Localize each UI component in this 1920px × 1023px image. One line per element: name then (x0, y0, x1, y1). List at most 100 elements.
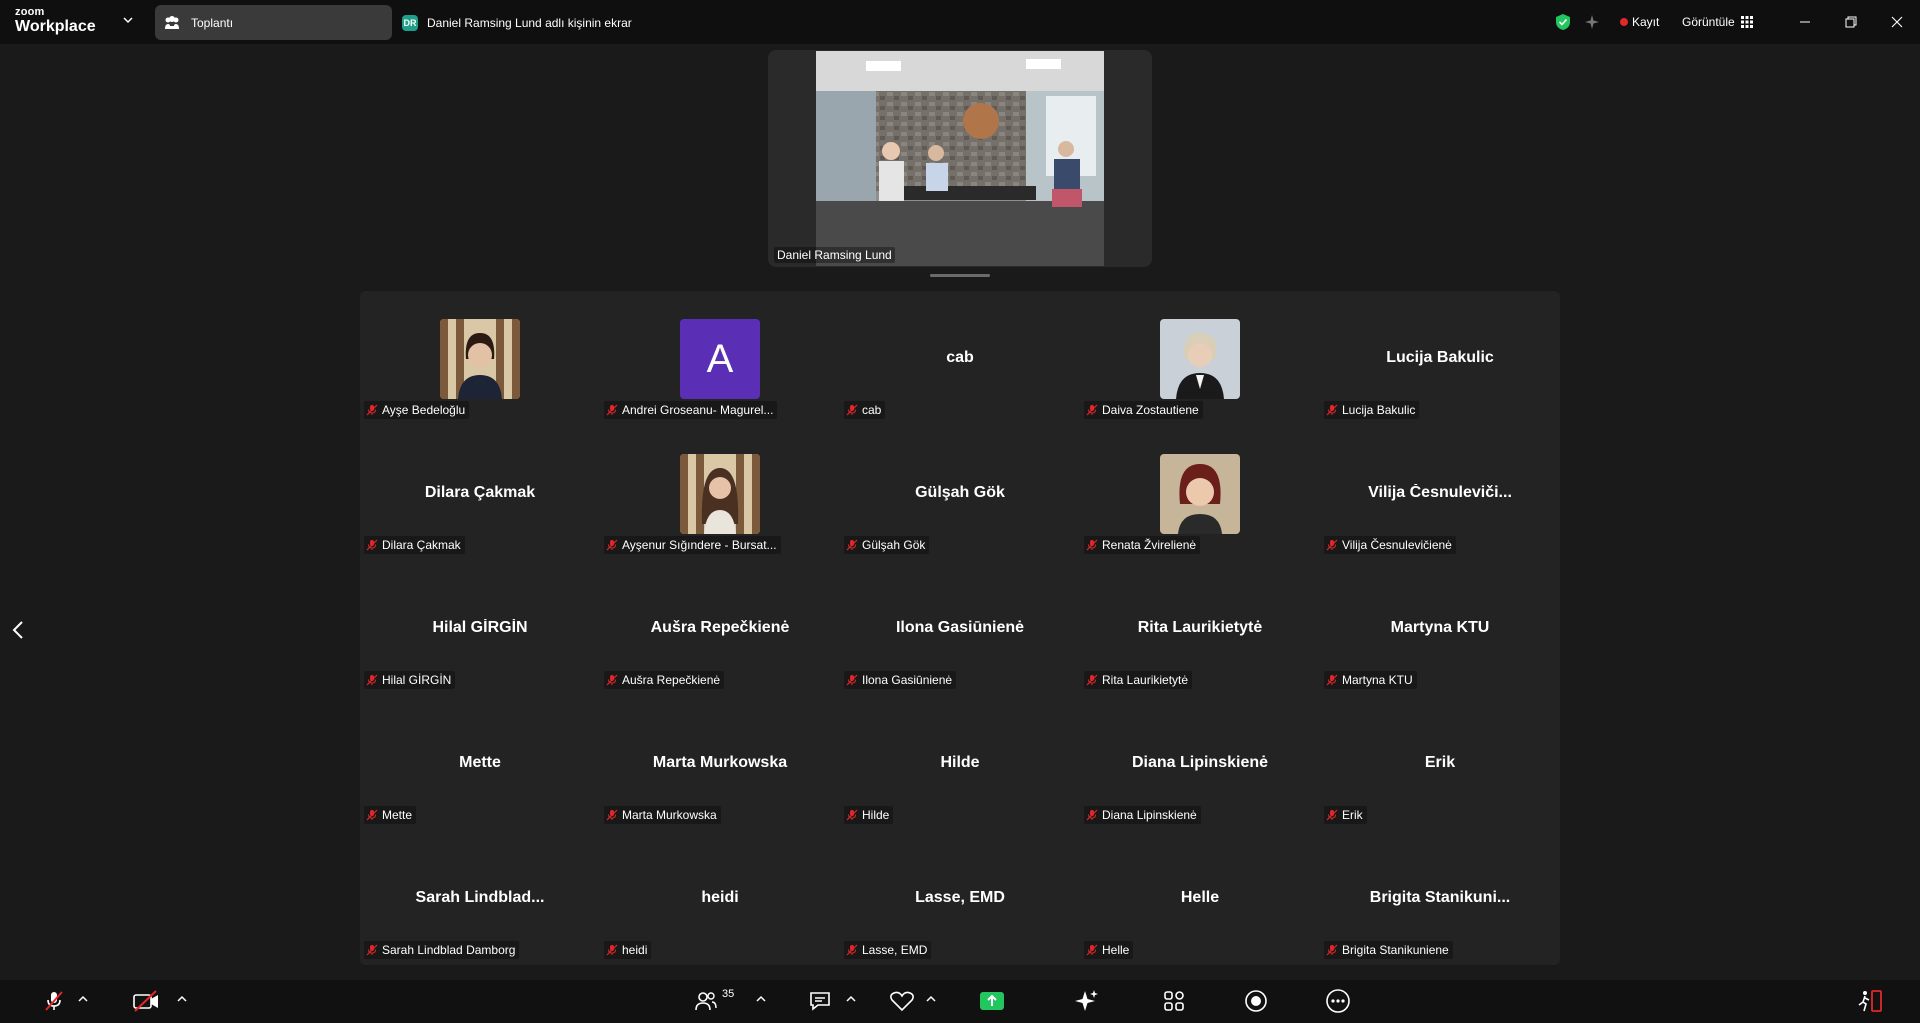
participant-tile[interactable]: Brigita Stanikuni... Brigita Stanikuniene (1320, 831, 1560, 965)
mic-muted-icon (45, 991, 63, 1011)
participant-display-name: Vilija Česnulevič​i... (1368, 484, 1512, 501)
participant-name: Brigita Stanikuniene (1342, 943, 1449, 957)
participant-display-name: Rita Laurikietytė (1137, 619, 1263, 636)
participant-name-tag: Gülşah Gök (844, 536, 930, 554)
ai-sparkle-icon[interactable] (1584, 0, 1600, 44)
participant-name: Erik (1342, 808, 1363, 822)
participant-name: Vilija Česnulevičienė (1342, 538, 1452, 552)
participant-tile[interactable]: Diana Lipinskienė Diana Lipinskienė (1080, 696, 1320, 831)
shield-icon[interactable] (1554, 0, 1572, 44)
participant-name-tag: Dilara Çakmak (364, 536, 465, 554)
apps-button[interactable] (1156, 980, 1192, 1023)
restore-icon (1845, 16, 1857, 28)
ai-sparkle-icon (1075, 990, 1098, 1011)
mic-muted-icon (1324, 537, 1340, 553)
participant-tile[interactable]: Hilde Hilde (840, 696, 1080, 831)
participant-name: Daiva Zostautiene (1102, 403, 1199, 417)
participant-tile[interactable]: Ayşe Bedeloğlu (360, 291, 600, 426)
restore-button[interactable] (1828, 0, 1874, 44)
participant-tile[interactable]: Renata Žvirelienė (1080, 426, 1320, 561)
previous-page-button[interactable] (8, 616, 28, 644)
chevron-up-icon[interactable] (77, 993, 89, 1005)
participant-tile[interactable]: Helle Helle (1080, 831, 1320, 965)
participant-display-name: heidi (701, 889, 739, 906)
participant-name: heidi (622, 943, 648, 957)
participants-count: 35 (722, 988, 735, 1000)
view-button[interactable]: Görüntüle (1682, 0, 1753, 44)
mic-muted-icon (364, 807, 380, 823)
chevron-up-icon[interactable] (925, 993, 937, 1005)
minimize-button[interactable] (1782, 0, 1828, 44)
more-icon (1326, 989, 1350, 1013)
participant-display-name: Hilde (940, 754, 980, 771)
record-button[interactable] (1238, 980, 1274, 1023)
participant-tile[interactable]: Mette Mette (360, 696, 600, 831)
participants-button[interactable]: 35 (694, 980, 744, 1023)
mic-muted-icon (1084, 537, 1100, 553)
participant-tile[interactable]: Martyna KTU Martyna KTU (1320, 561, 1560, 696)
leave-button[interactable] (1852, 980, 1888, 1023)
close-button[interactable] (1874, 0, 1920, 44)
video-button[interactable] (128, 980, 164, 1023)
tab-shared-screen[interactable]: DR Daniel Ramsing Lund adlı kişinin ekra… (402, 5, 632, 40)
minimize-icon (1800, 21, 1810, 23)
participant-tile[interactable]: Gülşah Gök Gülşah Gök (840, 426, 1080, 561)
participant-tile[interactable]: cab cab (840, 291, 1080, 426)
chevron-left-icon (12, 621, 23, 639)
mic-muted-icon (1084, 402, 1100, 418)
participant-display-name: Marta Murkowska (652, 754, 788, 771)
mic-muted-icon (364, 537, 380, 553)
participant-name: Diana Lipinskienė (1102, 808, 1197, 822)
participant-tile[interactable]: heidi heidi (600, 831, 840, 965)
resize-drag-handle[interactable] (930, 274, 990, 277)
participant-display-name: Lasse, EMD (915, 889, 1005, 906)
mic-muted-icon (364, 672, 380, 688)
mic-muted-icon (1324, 672, 1340, 688)
share-screen-button[interactable] (974, 980, 1010, 1023)
apps-icon (1164, 991, 1184, 1011)
participant-tile[interactable]: Ayşenur Sığındere - Bursat... (600, 426, 840, 561)
shared-screen-panel[interactable]: Daniel Ramsing Lund (768, 50, 1152, 267)
participant-display-name: Ilona Gasiūnienė (895, 619, 1025, 636)
chevron-up-icon[interactable] (176, 993, 188, 1005)
participant-tile[interactable]: Aušra Repečkienė Aušra Repečkienė (600, 561, 840, 696)
participant-name: Mette (382, 808, 413, 822)
participant-tile[interactable]: Marta Murkowska Marta Murkowska (600, 696, 840, 831)
mic-muted-icon (844, 672, 860, 688)
participant-gallery: Ayşe Bedeloğlu A Andrei Groseanu- Magurel.… (360, 291, 1560, 965)
participant-name: Aušra Repečkienė (622, 673, 721, 687)
participant-tile[interactable]: Daiva Zostautiene (1080, 291, 1320, 426)
participant-display-name: Brigita Stanikuni... (1369, 889, 1511, 906)
mic-muted-icon (604, 672, 620, 688)
participant-tile[interactable]: Ilona Gasiūnienė Ilona Gasiūnienė (840, 561, 1080, 696)
participant-tile[interactable]: Vilija Česnulevič​i... Vilija Česnuleviči… (1320, 426, 1560, 561)
react-button[interactable] (884, 980, 920, 1023)
chat-button[interactable] (802, 980, 838, 1023)
participant-name-tag: cab (844, 401, 886, 419)
chevron-down-icon[interactable] (122, 14, 134, 26)
chevron-up-icon[interactable] (845, 993, 857, 1005)
participant-display-name: Aušra Repečkienė (650, 619, 790, 636)
mic-muted-icon (604, 537, 620, 553)
participant-tile[interactable]: Hilal GİRGİN Hilal GİRGİN (360, 561, 600, 696)
participant-tile[interactable]: Erik Erik (1320, 696, 1560, 831)
more-button[interactable] (1320, 980, 1356, 1023)
mute-button[interactable] (36, 980, 72, 1023)
participant-tile[interactable]: A Andrei Groseanu- Magurel... (600, 291, 840, 426)
participant-tile[interactable]: Rita Laurikietytė Rita Laurikietytė (1080, 561, 1320, 696)
tab-meeting[interactable]: Toplantı (155, 5, 392, 40)
participant-name: Helle (1102, 943, 1130, 957)
participant-name: Gülşah Gök (862, 538, 926, 552)
participant-name-tag: Aušra Repečkienė (604, 671, 725, 689)
participant-tile[interactable]: Dilara Çakmak Dilara Çakmak (360, 426, 600, 561)
ai-companion-button[interactable] (1068, 980, 1104, 1023)
participant-tile[interactable]: Lucija Bakulic Lucija Bakulic (1320, 291, 1560, 426)
mic-muted-icon (844, 537, 860, 553)
shared-video-image (816, 51, 1104, 266)
record-indicator[interactable]: Kayıt (1620, 0, 1659, 44)
chevron-up-icon[interactable] (755, 993, 767, 1005)
participant-tile[interactable]: Lasse, EMD Lasse, EMD (840, 831, 1080, 965)
avatar-letter: A (680, 319, 760, 399)
participants-icon (695, 992, 717, 1011)
participant-tile[interactable]: Sarah Lindblad... Sarah Lindblad Damborg (360, 831, 600, 965)
